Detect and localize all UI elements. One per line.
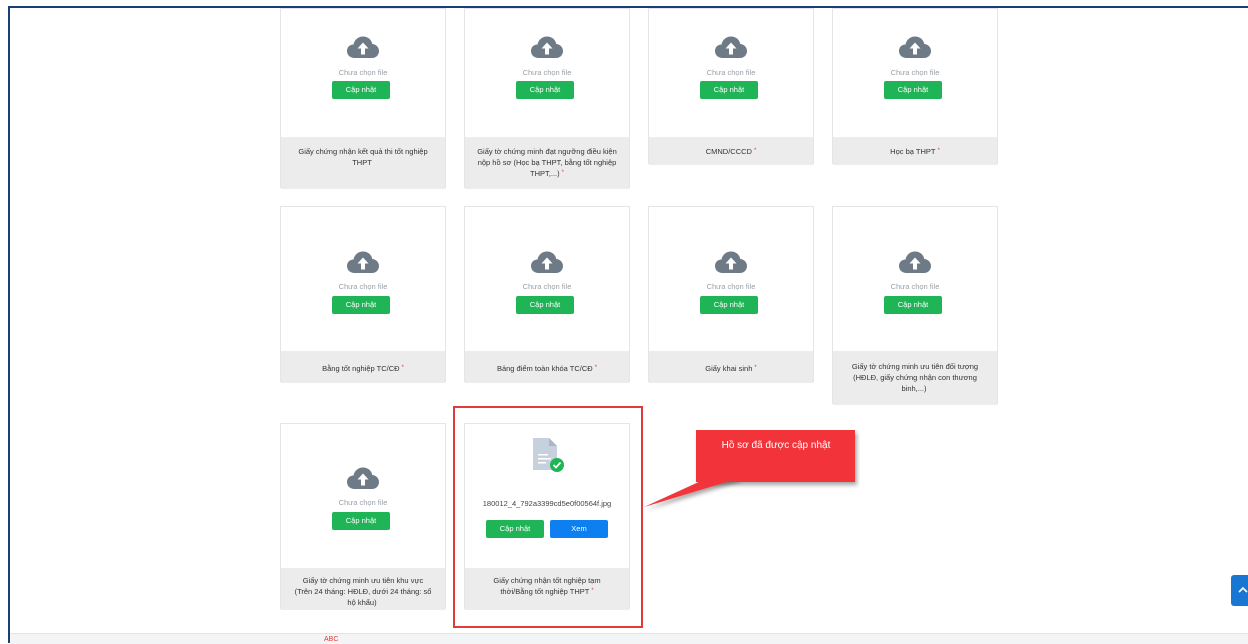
document-card-cmnd: Chưa chọn file Cập nhật CMND/CCCD * [648, 8, 814, 165]
cloud-upload-icon [898, 35, 932, 59]
chevron-up-icon [1238, 586, 1248, 593]
document-label: Giấy tờ chứng minh ưu tiên đối tượng (HĐ… [833, 351, 997, 405]
cloud-upload-icon [346, 35, 380, 59]
update-button[interactable]: Cập nhật [516, 81, 574, 99]
update-button[interactable]: Cập nhật [332, 512, 390, 530]
cloud-upload-icon [714, 250, 748, 274]
no-file-text: Chưa chọn file [706, 282, 756, 291]
update-button[interactable]: Cập nhật [700, 81, 758, 99]
document-card-bang-diem: Chưa chọn file Cập nhật Bảng điểm toàn k… [464, 206, 630, 383]
cloud-upload-icon [898, 250, 932, 274]
no-file-text: Chưa chọn file [338, 68, 388, 77]
cloud-upload-icon [346, 466, 380, 490]
no-file-text: Chưa chọn file [706, 68, 756, 77]
footer-peek-text: ABC [324, 636, 339, 643]
document-card-khai-sinh: Chưa chọn file Cập nhật Giấy khai sinh * [648, 206, 814, 383]
update-button[interactable]: Cập nhật [332, 296, 390, 314]
scroll-top-button[interactable] [1231, 575, 1248, 606]
document-label: Bảng điểm toàn khóa TC/CĐ * [465, 351, 629, 383]
document-card-bang-tc-cd: Chưa chọn file Cập nhật Bằng tốt nghiệp … [280, 206, 446, 383]
cloud-upload-icon [530, 35, 564, 59]
document-card-hoc-ba: Chưa chọn file Cập nhật Học bạ THPT * [832, 8, 998, 165]
update-button[interactable]: Cập nhật [884, 296, 942, 314]
update-button[interactable]: Cập nhật [332, 81, 390, 99]
cloud-upload-icon [530, 250, 564, 274]
no-file-text: Chưa chọn file [338, 282, 388, 291]
no-file-text: Chưa chọn file [522, 282, 572, 291]
document-card-kq-thi: Chưa chọn file Cập nhật Giấy chứng nhận … [280, 8, 446, 189]
document-card-uu-tien-doi-tuong: Chưa chọn file Cập nhật Giấy tờ chứng mi… [832, 206, 998, 405]
document-label: Giấy tờ chứng minh ưu tiên khu vực (Trên… [281, 568, 445, 610]
document-label: Học bạ THPT * [833, 137, 997, 165]
document-label: Giấy tờ chứng minh đạt ngưỡng điều kiện … [465, 137, 629, 189]
update-button[interactable]: Cập nhật [700, 296, 758, 314]
document-label: CMND/CCCD * [649, 137, 813, 165]
cloud-upload-icon [346, 250, 380, 274]
update-button[interactable]: Cập nhật [516, 296, 574, 314]
bottom-strip [10, 633, 1248, 644]
document-card-uu-tien-khu-vuc: Chưa chọn file Cập nhật Giấy tờ chứng mi… [280, 423, 446, 610]
no-file-text: Chưa chọn file [522, 68, 572, 77]
document-label: Giấy chứng nhận kết quả thi tốt nghiệp T… [281, 137, 445, 189]
no-file-text: Chưa chọn file [890, 68, 940, 77]
no-file-text: Chưa chọn file [890, 282, 940, 291]
no-file-text: Chưa chọn file [338, 498, 388, 507]
uploaded-highlight-box [453, 406, 643, 628]
callout-text: Hồ sơ đã được cập nhật [721, 440, 831, 451]
update-button[interactable]: Cập nhật [884, 81, 942, 99]
cloud-upload-icon [714, 35, 748, 59]
document-label: Giấy khai sinh * [649, 351, 813, 383]
document-label: Bằng tốt nghiệp TC/CĐ * [281, 351, 445, 383]
document-card-nguong-dieu-kien: Chưa chọn file Cập nhật Giấy tờ chứng mi… [464, 8, 630, 189]
